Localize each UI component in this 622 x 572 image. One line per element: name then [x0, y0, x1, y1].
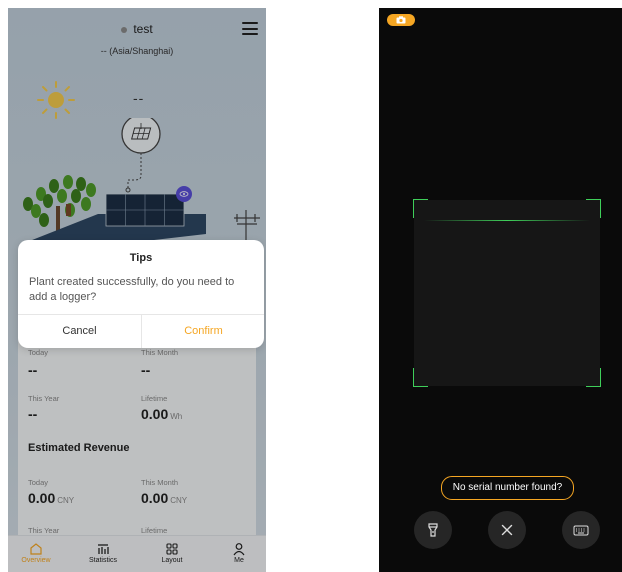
- confirm-button[interactable]: Confirm: [142, 315, 265, 348]
- scan-line: [424, 220, 590, 221]
- camera-icon: [396, 16, 406, 24]
- scan-frame: [413, 199, 601, 387]
- no-serial-number-button[interactable]: No serial number found?: [441, 476, 574, 500]
- dialog-message: Plant created successfully, do you need …: [29, 276, 235, 303]
- cancel-button[interactable]: Cancel: [18, 315, 141, 348]
- close-button[interactable]: [488, 511, 526, 549]
- scanner-screen: No serial number found?: [379, 8, 622, 572]
- keyboard-icon: [573, 525, 589, 536]
- scan-corner: [413, 368, 428, 387]
- scan-corner: [413, 199, 428, 218]
- flashlight-button[interactable]: [414, 511, 452, 549]
- keyboard-button[interactable]: [562, 511, 600, 549]
- dialog-title: Tips: [129, 252, 153, 264]
- camera-in-use-badge: [387, 14, 415, 26]
- plant-overview-screen: test -- (Asia/Shanghai) -- Today This Mo…: [8, 8, 266, 572]
- close-icon: [501, 524, 513, 536]
- flashlight-icon: [428, 523, 438, 537]
- tips-dialog: Tips Plant created successfully, do you …: [18, 240, 264, 348]
- scan-corner: [586, 368, 601, 387]
- scan-corner: [586, 199, 601, 218]
